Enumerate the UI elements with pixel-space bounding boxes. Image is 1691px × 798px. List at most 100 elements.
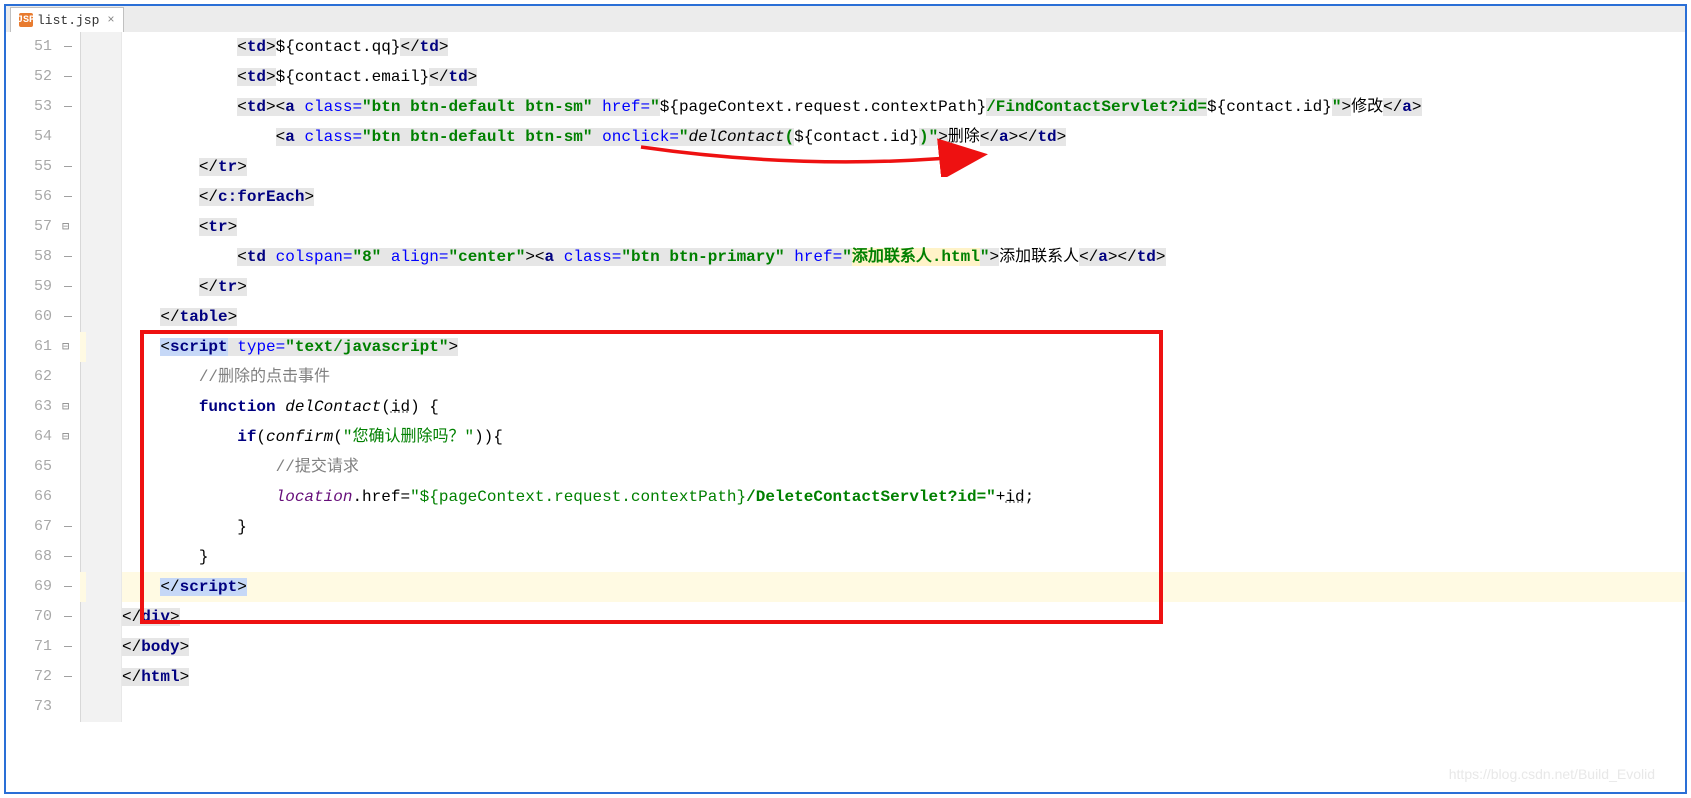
code-line: 71 </body> (6, 632, 1685, 662)
fold-marker[interactable] (60, 302, 80, 332)
fold-marker[interactable] (60, 512, 80, 542)
gutter-annotation (80, 422, 122, 452)
fold-marker (60, 362, 80, 392)
fold-marker[interactable] (60, 602, 80, 632)
code-line: 59 </tr> (6, 272, 1685, 302)
fold-toggle[interactable] (60, 332, 80, 362)
line-number: 72 (6, 662, 60, 692)
fold-marker[interactable] (60, 632, 80, 662)
watermark: https://blog.csdn.net/Build_Evolid (1449, 766, 1655, 782)
gutter-annotation (80, 632, 122, 662)
fold-marker (60, 452, 80, 482)
fold-marker[interactable] (60, 62, 80, 92)
gutter-annotation (80, 272, 122, 302)
gutter-annotation (80, 242, 122, 272)
gutter-annotation (80, 62, 122, 92)
line-number: 61 (6, 332, 60, 362)
fold-marker[interactable] (60, 662, 80, 692)
line-number: 62 (6, 362, 60, 392)
gutter-annotation (80, 662, 122, 692)
fold-marker[interactable] (60, 242, 80, 272)
gutter-annotation (80, 482, 122, 512)
tab-bar: JSP list.jsp × (6, 6, 1685, 33)
line-number: 65 (6, 452, 60, 482)
code-line: 52 <td>${contact.email}</td> (6, 62, 1685, 92)
fold-toggle[interactable] (60, 392, 80, 422)
code-line: 63 function delContact(id) { (6, 392, 1685, 422)
code-line: 54 <a class="btn btn-default btn-sm" onc… (6, 122, 1685, 152)
code-line: 69 </script> (6, 572, 1685, 602)
code-line: 66 location.href="${pageContext.request.… (6, 482, 1685, 512)
code-line: 67 } (6, 512, 1685, 542)
line-number: 56 (6, 182, 60, 212)
jsp-file-icon: JSP (19, 13, 33, 27)
fold-marker (60, 482, 80, 512)
gutter-annotation (80, 602, 122, 632)
gutter-annotation (80, 302, 122, 332)
gutter-annotation (80, 512, 122, 542)
fold-marker[interactable] (60, 572, 80, 602)
gutter-annotation (80, 152, 122, 182)
line-number: 69 (6, 572, 60, 602)
code-line: 62 //删除的点击事件 (6, 362, 1685, 392)
code-line: 73 (6, 692, 1685, 722)
gutter-annotation (80, 182, 122, 212)
fold-toggle[interactable] (60, 212, 80, 242)
line-number: 66 (6, 482, 60, 512)
code-line: 56 </c:forEach> (6, 182, 1685, 212)
tab-list-jsp[interactable]: JSP list.jsp × (10, 7, 124, 32)
code-line: 70 </div> (6, 602, 1685, 632)
tab-label: list.jsp (37, 13, 99, 28)
gutter-annotation (80, 392, 122, 422)
line-number: 64 (6, 422, 60, 452)
code-line: 64 if(confirm("您确认删除吗？")){ (6, 422, 1685, 452)
line-number: 71 (6, 632, 60, 662)
code-line: 65 //提交请求 (6, 452, 1685, 482)
line-number: 73 (6, 692, 60, 722)
line-number: 51 (6, 32, 60, 62)
gutter-annotation (80, 92, 122, 122)
line-number: 68 (6, 542, 60, 572)
gutter-annotation (80, 692, 122, 722)
fold-marker[interactable] (60, 92, 80, 122)
fold-marker[interactable] (60, 32, 80, 62)
fold-marker[interactable] (60, 182, 80, 212)
code-line: 57 <tr> (6, 212, 1685, 242)
code-line: 55 </tr> (6, 152, 1685, 182)
close-icon[interactable]: × (107, 13, 114, 27)
fold-marker (60, 122, 80, 152)
line-number: 55 (6, 152, 60, 182)
line-number: 59 (6, 272, 60, 302)
gutter-annotation (80, 542, 122, 572)
code-line: 61 <script type="text/javascript"> (6, 332, 1685, 362)
code-editor[interactable]: 51 <td>${contact.qq}</td> 52 <td>${conta… (6, 32, 1685, 792)
line-number: 63 (6, 392, 60, 422)
caret-line-highlight (122, 572, 1685, 602)
gutter-annotation (80, 332, 122, 362)
line-number: 53 (6, 92, 60, 122)
fold-marker[interactable] (60, 542, 80, 572)
fold-toggle[interactable] (60, 422, 80, 452)
line-number: 60 (6, 302, 60, 332)
fold-marker[interactable] (60, 152, 80, 182)
window-frame: JSP list.jsp × 51 <td>${contact.qq}</td>… (4, 4, 1687, 794)
code-line: 51 <td>${contact.qq}</td> (6, 32, 1685, 62)
line-number: 54 (6, 122, 60, 152)
line-number: 67 (6, 512, 60, 542)
gutter-annotation (80, 32, 122, 62)
code-line: 53 <td><a class="btn btn-default btn-sm"… (6, 92, 1685, 122)
code-line: 72 </html> (6, 662, 1685, 692)
code-line: 60 </table> (6, 302, 1685, 332)
line-number: 70 (6, 602, 60, 632)
chrome-icon (1659, 68, 1677, 86)
gutter-annotation (80, 452, 122, 482)
code-line: 58 <td colspan="8" align="center"><a cla… (6, 242, 1685, 272)
line-number: 52 (6, 62, 60, 92)
fold-marker (60, 692, 80, 722)
gutter-annotation (80, 122, 122, 152)
code-line: 68 } (6, 542, 1685, 572)
fold-marker[interactable] (60, 272, 80, 302)
line-number: 57 (6, 212, 60, 242)
gutter-annotation (80, 362, 122, 392)
gutter-annotation (80, 572, 122, 602)
